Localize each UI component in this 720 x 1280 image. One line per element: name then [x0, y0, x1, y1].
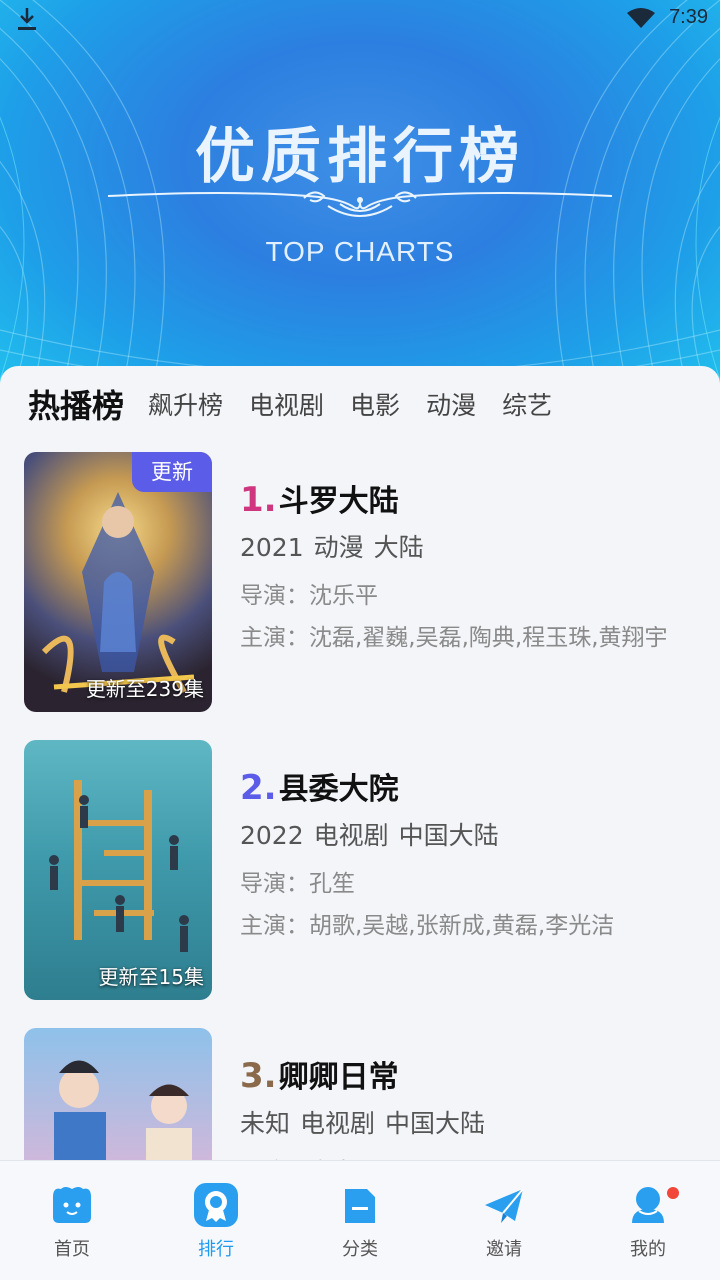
poster-image[interactable]: [24, 1028, 212, 1160]
notification-dot: [667, 1187, 679, 1199]
item-year: 2022: [240, 821, 304, 850]
tab-anime[interactable]: 动漫: [426, 386, 476, 426]
banner-subtitle: TOP CHARTS: [265, 236, 455, 267]
status-bar: 7:39: [0, 0, 720, 40]
item-genre: 动漫: [313, 533, 364, 562]
banner-title: 优质排行榜: [195, 122, 525, 192]
nav-invite[interactable]: 邀请: [432, 1161, 576, 1280]
profile-icon: [632, 1187, 664, 1223]
nav-home[interactable]: 首页: [0, 1161, 144, 1280]
update-badge: 更新: [132, 452, 212, 492]
status-time: 7:39: [669, 6, 708, 28]
item-region: 中国大陆: [385, 1109, 486, 1138]
item-region: 大陆: [373, 533, 424, 562]
top-charts-banner: 优质排行榜 TOP CHARTS: [0, 0, 720, 400]
tab-rising[interactable]: 飙升榜: [148, 386, 223, 426]
ranking-tabs: 热播榜 飙升榜 电视剧 电影 动漫 综艺: [28, 382, 578, 426]
tab-tv-series[interactable]: 电视剧: [249, 386, 324, 426]
item-year: 未知: [240, 1109, 291, 1138]
list-item[interactable]: 3.卿卿日常 未知电视剧中国大陆 导演：李青天: [24, 1028, 704, 1160]
item-title[interactable]: 1.斗罗大陆: [240, 476, 399, 520]
nav-label: 我的: [630, 1239, 666, 1260]
poster-image[interactable]: 更新至15集: [24, 740, 212, 1000]
tab-movie[interactable]: 电影: [350, 386, 400, 426]
invite-icon: [485, 1188, 524, 1223]
item-director: 导演：孔笙: [240, 871, 355, 897]
item-title[interactable]: 2.县委大院: [240, 764, 399, 808]
download-icon: [18, 8, 36, 30]
item-meta: 2022 电视剧 中国大陆: [240, 816, 509, 852]
item-genre: 电视剧: [313, 821, 389, 850]
item-cast: 主演：胡歌,吴越,张新成,黄磊,李光洁: [240, 913, 615, 939]
item-cast: 主演：沈磊,翟巍,吴磊,陶典,程玉珠,黄翔宇: [240, 625, 668, 651]
nav-category[interactable]: 分类: [288, 1161, 432, 1280]
item-genre: 电视剧: [300, 1109, 376, 1138]
nav-label: 分类: [342, 1239, 378, 1260]
item-title[interactable]: 3.卿卿日常: [240, 1052, 399, 1096]
rank-number: 2.: [240, 768, 277, 808]
banner-ornament-divider: [108, 191, 612, 217]
tab-hot[interactable]: 热播榜: [28, 386, 124, 426]
item-title-text: 县委大院: [278, 772, 399, 807]
category-icon: [345, 1189, 375, 1223]
poster-image[interactable]: 更新 更新至239集: [24, 452, 212, 712]
home-icon: [53, 1187, 91, 1223]
nav-ranking[interactable]: 排行: [144, 1161, 288, 1280]
ranking-icon: [194, 1183, 238, 1227]
item-title-text: 斗罗大陆: [278, 484, 399, 519]
item-director: 导演：沈乐平: [240, 583, 378, 609]
episode-label: 更新至239集: [85, 677, 204, 701]
rank-number: 1.: [240, 480, 277, 520]
bottom-navigation: 首页 排行 分类 邀请 我的: [0, 1160, 720, 1280]
ranking-panel: 热播榜 飙升榜 电视剧 电影 动漫 综艺 更新 更新至239集 1.斗罗大陆 2…: [0, 366, 720, 1160]
poster-artwork: [54, 1060, 192, 1160]
item-director: 导演：李青天: [240, 1152, 378, 1160]
item-meta: 未知 电视剧 中国大陆: [240, 1104, 495, 1140]
list-item[interactable]: 更新 更新至239集 1.斗罗大陆 2021 动漫 大陆 导演：沈乐平 主演：沈磊,…: [24, 452, 704, 712]
item-year: 2021: [240, 533, 304, 562]
nav-label: 排行: [198, 1239, 234, 1260]
item-title-text: 卿卿日常: [278, 1060, 399, 1095]
episode-label: 更新至15集: [98, 965, 204, 989]
nav-profile[interactable]: 我的: [576, 1161, 720, 1280]
rank-number: 3.: [240, 1056, 277, 1096]
list-item[interactable]: 更新至15集 2.县委大院 2022 电视剧 中国大陆 导演：孔笙 主演：胡歌,吴越…: [24, 740, 704, 1000]
nav-label: 首页: [54, 1239, 90, 1260]
wifi-icon: [627, 8, 655, 28]
item-region: 中国大陆: [398, 821, 499, 850]
item-meta: 2021 动漫 大陆: [240, 528, 434, 564]
nav-label: 邀请: [486, 1239, 522, 1260]
tab-variety[interactable]: 综艺: [502, 386, 552, 426]
